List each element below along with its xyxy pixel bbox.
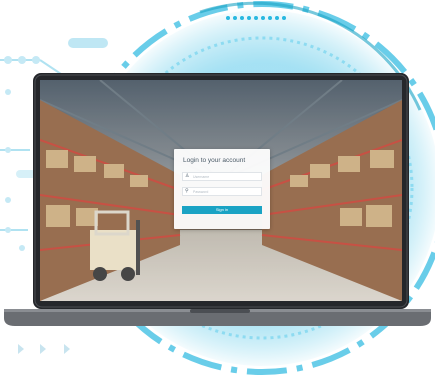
key-icon: ⚲ <box>185 188 189 194</box>
username-input[interactable] <box>193 173 259 180</box>
password-field[interactable]: ⚲ <box>182 187 262 196</box>
password-input[interactable] <box>193 188 259 195</box>
username-field[interactable]: ♙ <box>182 172 262 181</box>
laptop-screen: Login to your account ♙ ⚲ Sign in <box>40 80 402 301</box>
login-title: Login to your account <box>183 157 246 164</box>
login-card: Login to your account ♙ ⚲ Sign in <box>174 149 270 229</box>
laptop-notch <box>190 309 250 313</box>
signin-button[interactable]: Sign in <box>182 206 262 214</box>
user-icon: ♙ <box>185 173 190 179</box>
